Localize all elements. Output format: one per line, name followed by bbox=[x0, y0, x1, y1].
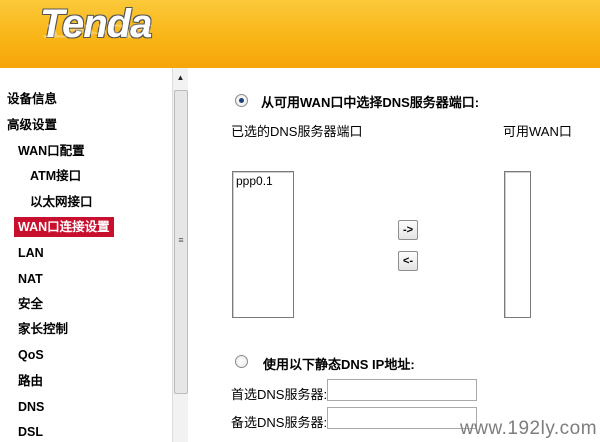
header-banner: Tenda Tenda bbox=[0, 0, 600, 68]
sidebar-item-atm-interface[interactable]: ATM接口 bbox=[30, 166, 81, 186]
sidebar-scrollbar[interactable]: ▲ ≡ bbox=[172, 68, 188, 442]
dns-auto-radio[interactable] bbox=[235, 94, 248, 107]
primary-dns-label: 首选DNS服务器: bbox=[231, 387, 328, 402]
dns-auto-radio-label: 从可用WAN口中选择DNS服务器端口: bbox=[261, 95, 480, 110]
sidebar-item-dsl[interactable]: DSL bbox=[18, 422, 43, 442]
scroll-grip-icon: ≡ bbox=[178, 235, 184, 245]
sidebar-item-parental-control[interactable]: 家长控制 bbox=[18, 319, 68, 339]
sidebar-item-qos[interactable]: QoS bbox=[18, 345, 44, 365]
sidebar-item-wan-connection-settings[interactable]: WAN口连接设置 bbox=[14, 217, 114, 237]
selected-dns-ports-label: 已选的DNS服务器端口 bbox=[231, 124, 363, 139]
sidebar-item-nat[interactable]: NAT bbox=[18, 269, 43, 289]
scroll-thumb[interactable]: ≡ bbox=[174, 90, 188, 394]
sidebar-item-device-info[interactable]: 设备信息 bbox=[7, 89, 57, 109]
sidebar-nav: 设备信息 高级设置 WAN口配置 ATM接口 以太网接口 WAN口连接设置 LA… bbox=[0, 68, 172, 442]
selected-dns-ports-list[interactable]: ppp0.1 bbox=[232, 171, 294, 318]
move-right-button[interactable]: -> bbox=[398, 220, 418, 240]
sidebar-item-dns[interactable]: DNS bbox=[18, 397, 44, 417]
primary-dns-input[interactable] bbox=[327, 379, 477, 401]
logo-reflection: Tenda bbox=[40, 20, 152, 40]
move-left-button[interactable]: <- bbox=[398, 251, 418, 271]
secondary-dns-label: 备选DNS服务器: bbox=[231, 415, 328, 430]
scroll-up-arrow-icon[interactable]: ▲ bbox=[173, 68, 188, 88]
available-wan-ports-label: 可用WAN口 bbox=[503, 124, 572, 139]
sidebar-item-advanced-settings[interactable]: 高级设置 bbox=[7, 115, 57, 135]
available-wan-ports-list[interactable] bbox=[504, 171, 531, 318]
list-item[interactable]: ppp0.1 bbox=[233, 172, 293, 190]
main-content: 从可用WAN口中选择DNS服务器端口: 已选的DNS服务器端口 可用WAN口 p… bbox=[188, 68, 600, 442]
sidebar-item-wan-config[interactable]: WAN口配置 bbox=[18, 141, 85, 161]
dns-static-radio-label: 使用以下静态DNS IP地址: bbox=[263, 357, 415, 372]
sidebar-item-routing[interactable]: 路由 bbox=[18, 371, 43, 391]
site-watermark: www.192ly.com bbox=[460, 418, 598, 439]
dns-static-radio[interactable] bbox=[235, 355, 248, 368]
sidebar-item-lan[interactable]: LAN bbox=[18, 243, 44, 263]
secondary-dns-input[interactable] bbox=[327, 407, 477, 429]
sidebar-item-security[interactable]: 安全 bbox=[18, 294, 43, 314]
sidebar-item-ethernet-interface[interactable]: 以太网接口 bbox=[30, 192, 93, 212]
